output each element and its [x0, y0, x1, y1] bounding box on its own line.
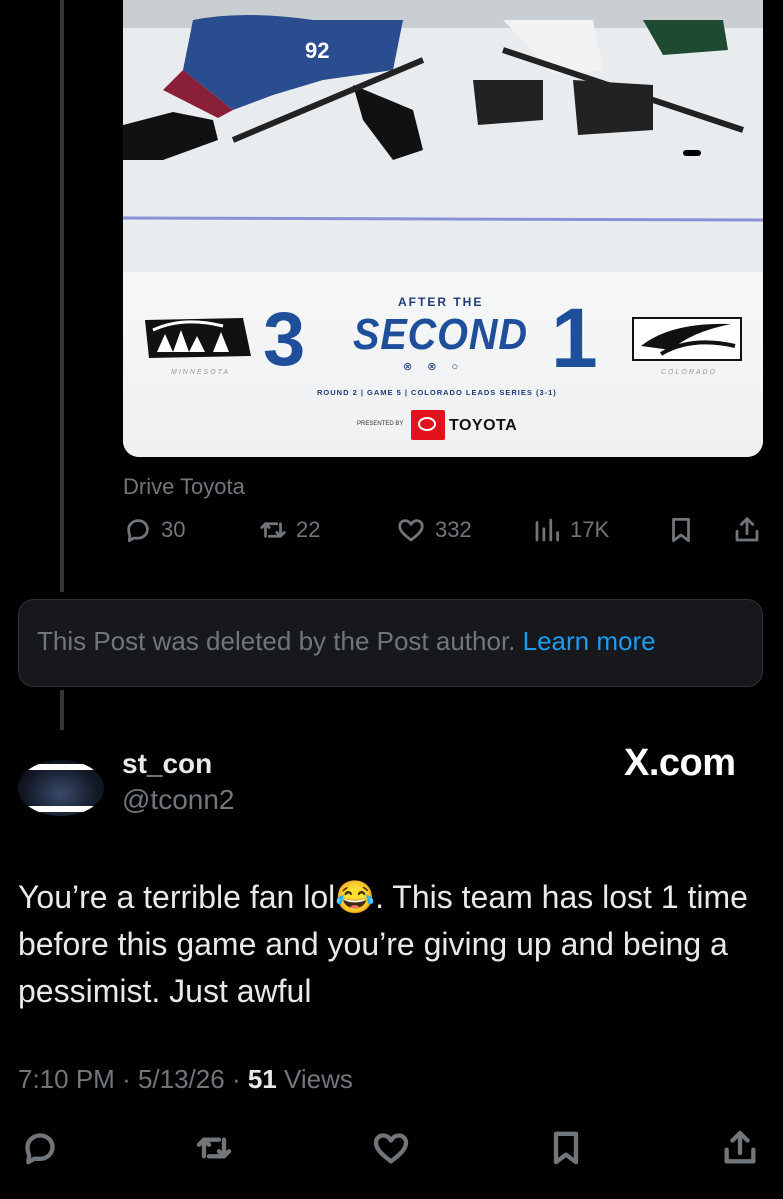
thread-line: [60, 0, 64, 592]
repost-icon: [196, 1137, 232, 1159]
learn-more-link[interactable]: Learn more: [523, 626, 656, 656]
heart-icon: [398, 519, 424, 542]
team-right-label: COLORADO: [661, 369, 718, 376]
team-left-label: MINNESOTA: [171, 369, 231, 376]
toyota-logo-icon: [411, 410, 445, 440]
deleted-message: This Post was deleted by the Post author…: [37, 626, 516, 656]
heart-icon: [373, 1133, 409, 1164]
reply-icon: [25, 1133, 55, 1165]
reply-button[interactable]: 30: [123, 513, 185, 547]
repost-button[interactable]: [194, 1128, 234, 1173]
bookmark-icon: [553, 1131, 579, 1165]
post-date[interactable]: 5/13/26: [138, 1064, 225, 1094]
score-away: 1: [551, 291, 598, 385]
source-label[interactable]: Drive Toyota: [123, 474, 245, 500]
deleted-post-notice: This Post was deleted by the Post author…: [18, 599, 763, 687]
hockey-action-image: 92: [123, 0, 763, 272]
views-label: Views: [283, 1064, 353, 1094]
share-button[interactable]: [720, 1128, 760, 1173]
views-count: 17K: [570, 517, 610, 542]
user-handle[interactable]: @tconn2: [122, 784, 235, 816]
post-time[interactable]: 7:10 PM: [18, 1064, 115, 1094]
post-text: You’re a terrible fan lol😂. This team ha…: [18, 879, 748, 1009]
score-home: 3: [263, 297, 306, 382]
analytics-icon: [535, 518, 559, 542]
period-label: SECOND: [353, 310, 528, 359]
post-meta: 7:10 PM · 5/13/26 · 51 Views: [18, 1064, 353, 1094]
minnesota-logo-icon: [145, 318, 251, 358]
repost-button[interactable]: 22: [258, 513, 320, 547]
series-label: ROUND 2 | GAME 5 | COLORADO LEADS SERIES…: [317, 388, 557, 397]
reply-icon: [127, 519, 149, 542]
jersey-number: 92: [305, 38, 329, 63]
like-count: 332: [435, 517, 472, 542]
bookmark-icon: [672, 518, 690, 542]
bookmark-button[interactable]: [546, 1128, 586, 1173]
after-the-label: AFTER THE: [398, 295, 484, 309]
watermark: X.com: [624, 742, 736, 784]
reply-count: 30: [161, 517, 186, 542]
like-button[interactable]: [370, 1128, 412, 1173]
post-image[interactable]: 92 AFTER THE 3 SECOND 1 MINNESOTA COLORA…: [123, 0, 763, 457]
repost-count: 22: [296, 517, 321, 542]
bookmark-button[interactable]: [666, 513, 704, 547]
views-button[interactable]: 17K: [532, 513, 609, 547]
thread-line: [60, 690, 64, 730]
post-action-bar: [0, 1128, 783, 1168]
reply-button[interactable]: [20, 1128, 60, 1173]
share-button[interactable]: [732, 513, 770, 547]
repost-icon: [260, 522, 286, 538]
share-icon: [724, 1130, 756, 1164]
colorado-logo-icon: [632, 317, 742, 361]
sponsor-label: TOYOTA: [449, 417, 518, 434]
display-name[interactable]: st_con: [122, 748, 212, 780]
views-number: 51: [247, 1064, 277, 1094]
like-button[interactable]: 332: [395, 513, 472, 547]
share-icon: [735, 517, 759, 542]
game-dots: ⊗ ⊗ ○: [403, 361, 465, 373]
avatar[interactable]: [18, 760, 104, 816]
presented-by-label: PRESENTED BY: [357, 421, 404, 427]
